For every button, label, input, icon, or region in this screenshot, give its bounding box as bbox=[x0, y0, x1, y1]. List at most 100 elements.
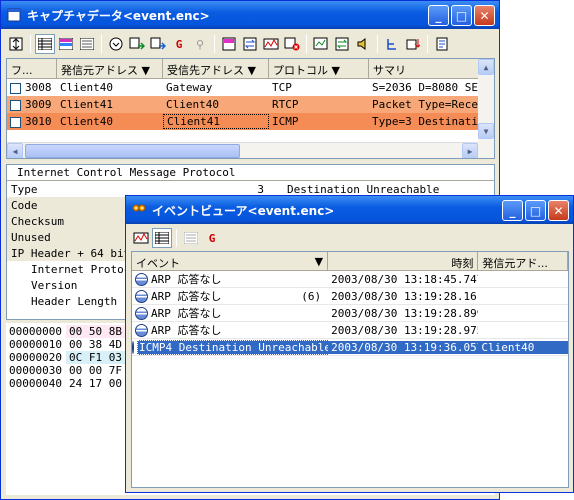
row-checkbox[interactable] bbox=[10, 99, 21, 111]
hex-offset: 00000020 bbox=[9, 351, 62, 364]
event-time: 2003/08/30 13:19:28.975 bbox=[331, 323, 479, 337]
event-list: イベント ▼ 時刻 発信元アド... ARP 応答なし 2003/08/30 13:… bbox=[131, 251, 569, 488]
column-header-summary[interactable]: サマリ bbox=[369, 59, 484, 78]
goto-icon[interactable]: G bbox=[202, 228, 222, 248]
goto-icon[interactable]: G bbox=[169, 34, 189, 54]
column-header-protocol[interactable]: プロトコル ▼ bbox=[269, 59, 369, 78]
packet-list-header: フ... 発信元アドレス ▼ 受信先アドレス ▼ プロトコル ▼ サマリ bbox=[7, 59, 494, 79]
window-icon bbox=[7, 8, 21, 22]
event-icon bbox=[135, 306, 148, 320]
event-name: ARP 応答なし bbox=[151, 273, 222, 286]
list-view-icon[interactable] bbox=[35, 34, 55, 54]
column-header-frame[interactable]: フ... bbox=[7, 59, 57, 78]
event-name: ARP 応答なし bbox=[151, 290, 222, 303]
minimize-button[interactable]: _ bbox=[502, 200, 523, 221]
event-list-header: イベント ▼ 時刻 発信元アド... bbox=[132, 252, 568, 271]
packet-row[interactable]: 3009 Client41 Client40 RTCP Packet Type=… bbox=[7, 96, 494, 113]
packet-row[interactable]: 3008 Client40 Gateway TCP S=2036 D=8080 … bbox=[7, 79, 494, 96]
event-source: Client40 bbox=[478, 340, 568, 354]
hex-offset: 00000040 bbox=[9, 377, 62, 390]
close-button[interactable]: ✕ bbox=[474, 5, 495, 26]
find-next-icon[interactable] bbox=[127, 34, 147, 54]
event-titlebar[interactable]: イベントビューア<event.enc> _ □ ✕ bbox=[126, 196, 573, 224]
capture-window-title: キャプチャデータ<event.enc> bbox=[27, 8, 210, 23]
column-header-event[interactable]: イベント ▼ bbox=[132, 252, 329, 270]
list-view-icon[interactable] bbox=[152, 228, 172, 248]
packet-row-selected[interactable]: 3010 Client40 Client41 ICMP Type=3 Desti… bbox=[7, 113, 494, 130]
notepad-icon[interactable] bbox=[432, 34, 452, 54]
graph-icon[interactable] bbox=[261, 34, 281, 54]
detail-list-icon[interactable] bbox=[181, 228, 201, 248]
detail-title: Internet Control Message Protocol bbox=[7, 165, 494, 181]
filter-dropdown-icon[interactable] bbox=[106, 34, 126, 54]
column-header-time[interactable]: 時刻 bbox=[328, 252, 479, 270]
event-window-title: イベントビューア<event.enc> bbox=[152, 203, 335, 218]
event-time: 2003/08/30 13:19:36.057 bbox=[328, 340, 479, 354]
event-icon bbox=[132, 340, 134, 354]
maximize-button[interactable]: □ bbox=[451, 5, 472, 26]
find-prev-icon[interactable] bbox=[148, 34, 168, 54]
detail-description: Destination Unreachable bbox=[287, 182, 440, 196]
tree-icon[interactable] bbox=[382, 34, 402, 54]
event-icon bbox=[135, 272, 148, 286]
delete-icon[interactable] bbox=[282, 34, 302, 54]
event-time: 2003/08/30 13:18:45.747 bbox=[331, 272, 479, 286]
event-row[interactable]: ARP 応答なし 2003/08/30 13:19:28.899 bbox=[132, 305, 568, 322]
color-rule-icon[interactable] bbox=[219, 34, 239, 54]
detail-label: Type bbox=[11, 182, 38, 196]
detail-view-icon[interactable] bbox=[56, 34, 76, 54]
hex-bytes[interactable]: 00 00 7F 1 bbox=[66, 364, 126, 377]
event-row[interactable]: ARP 応答なし 2003/08/30 13:19:28.975 bbox=[132, 322, 568, 339]
detail-value: 3 bbox=[257, 182, 264, 196]
mark-icon[interactable]: ⚲ bbox=[190, 34, 210, 54]
scroll-left-button[interactable]: ◀ bbox=[7, 143, 23, 158]
scroll-thumb[interactable] bbox=[25, 144, 240, 158]
maximize-button[interactable]: □ bbox=[525, 200, 546, 221]
event-count: (6) bbox=[301, 289, 322, 303]
event-rows: ARP 応答なし 2003/08/30 13:18:45.747 ARP 応答なし (… bbox=[132, 271, 568, 356]
minimize-button[interactable]: _ bbox=[428, 5, 449, 26]
event-name: ARP 応答なし bbox=[151, 307, 222, 320]
column-header-source[interactable]: 発信元アドレス ▼ bbox=[57, 59, 163, 78]
event-row[interactable]: ARP 応答なし 2003/08/30 13:18:45.747 bbox=[132, 271, 568, 288]
event-name: ARP 応答なし bbox=[151, 324, 222, 337]
event-row[interactable]: ARP 応答なし (6) 2003/08/30 13:19:28.161 bbox=[132, 288, 568, 305]
column-header-destination[interactable]: 受信先アドレス ▼ bbox=[163, 59, 269, 78]
event-icon bbox=[135, 323, 148, 337]
hex-bytes[interactable]: 0C F1 03 0 bbox=[66, 351, 126, 364]
row-checkbox[interactable] bbox=[10, 82, 21, 94]
hex-bytes[interactable]: 00 38 4D F bbox=[66, 338, 126, 351]
packet-list-hscrollbar[interactable]: ◀ ▶ bbox=[7, 142, 478, 158]
event-icon bbox=[135, 289, 148, 303]
sync-icon[interactable] bbox=[332, 34, 352, 54]
hex-offset: 00000030 bbox=[9, 364, 62, 377]
packet-list: フ... 発信元アドレス ▼ 受信先アドレス ▼ プロトコル ▼ サマリ 300… bbox=[6, 58, 495, 159]
expand-icon[interactable] bbox=[6, 34, 26, 54]
graph-icon[interactable] bbox=[131, 228, 151, 248]
event-time: 2003/08/30 13:19:28.899 bbox=[331, 306, 479, 320]
hex-bytes[interactable]: 24 17 00 3 bbox=[66, 377, 126, 390]
hex-view-icon[interactable] bbox=[77, 34, 97, 54]
scroll-down-button[interactable]: ▼ bbox=[478, 123, 494, 139]
scroll-right-button[interactable]: ▶ bbox=[462, 143, 478, 158]
hex-offset: 00000000 bbox=[9, 325, 62, 338]
capture-toolbar: G ⚲ bbox=[4, 32, 496, 56]
swap-icon[interactable] bbox=[240, 34, 260, 54]
event-time: 2003/08/30 13:19:28.161 bbox=[331, 289, 479, 303]
scroll-up-button[interactable]: ▲ bbox=[478, 59, 494, 75]
event-window-icon bbox=[132, 204, 146, 212]
sound-icon[interactable] bbox=[353, 34, 373, 54]
packet-list-vscrollbar[interactable]: ▲ ▼ bbox=[478, 59, 494, 158]
row-checkbox[interactable] bbox=[10, 116, 21, 128]
capture-titlebar[interactable]: キャプチャデータ<event.enc> _ □ ✕ bbox=[1, 1, 499, 29]
event-toolbar: G bbox=[129, 227, 570, 249]
event-row-selected[interactable]: ICMP4 Destination Unreachable 2003/08/30 … bbox=[132, 339, 568, 356]
download-icon[interactable] bbox=[403, 34, 423, 54]
column-header-source[interactable]: 発信元アド... bbox=[478, 252, 568, 270]
event-viewer-window: イベントビューア<event.enc> _ □ ✕ G イベント ▼ 時刻 発信元… bbox=[125, 195, 574, 493]
close-button[interactable]: ✕ bbox=[548, 200, 569, 221]
hex-bytes[interactable]: 00 50 8B 9 bbox=[66, 325, 126, 338]
hex-offset: 00000010 bbox=[9, 338, 62, 351]
event-name: ICMP4 Destination Unreachable bbox=[137, 339, 329, 355]
chart-icon[interactable] bbox=[311, 34, 331, 54]
